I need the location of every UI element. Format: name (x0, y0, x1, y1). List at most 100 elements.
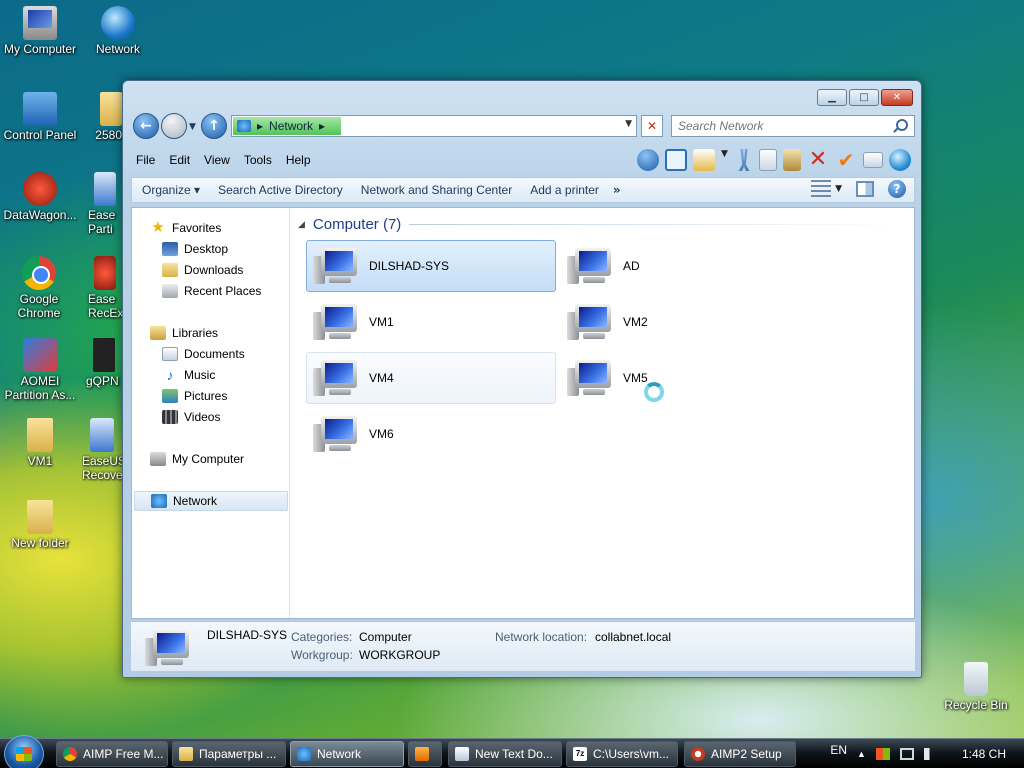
tray-expand-arrow[interactable]: ▲ (857, 749, 866, 759)
breadcrumb-network[interactable]: Network (269, 119, 313, 133)
volume-icon[interactable] (923, 748, 938, 760)
paste-icon[interactable] (783, 149, 801, 171)
desktop-icon-my-computer[interactable]: My Computer (0, 6, 80, 56)
network-tray-icon[interactable] (899, 748, 914, 760)
menu-help[interactable]: Help (279, 153, 318, 167)
collapse-triangle-icon[interactable]: ◢ (298, 219, 305, 230)
desktop-icon-control-panel[interactable]: Control Panel (0, 92, 80, 142)
delete-icon[interactable]: ✕ (807, 149, 829, 171)
taskbar-button-aimp[interactable]: AIMP Free M... (56, 741, 168, 767)
computer-icon (567, 246, 613, 286)
preview-pane-icon[interactable] (665, 149, 687, 171)
nav-videos[interactable]: Videos (162, 407, 220, 427)
minimize-button[interactable]: ▁ (817, 89, 847, 106)
search-box[interactable] (671, 115, 915, 137)
desktop-icon-google-chrome[interactable]: Google Chrome (0, 256, 78, 320)
computer-tile[interactable]: VM1 (306, 296, 556, 348)
computer-tile[interactable]: VM6 (306, 408, 556, 460)
taskbar-button-7zip[interactable]: 7z C:\Users\vm... (566, 741, 678, 767)
recent-pages-dropdown[interactable]: ▼ (189, 122, 196, 132)
downloads-icon (162, 263, 178, 277)
taskbar-button-network[interactable]: Network (290, 741, 404, 767)
help-button[interactable]: ? (888, 180, 906, 198)
nav-libraries[interactable]: Libraries (150, 323, 218, 343)
copy-icon[interactable] (759, 149, 777, 171)
nav-downloads[interactable]: Downloads (162, 260, 243, 280)
check-icon[interactable]: ✔ (835, 149, 857, 171)
breadcrumb[interactable]: ▸ Network ▸ (233, 117, 341, 135)
desktop-icon-network[interactable]: Network (78, 6, 158, 56)
desktop-icon-aomei[interactable]: AOMEI Partition As... (0, 338, 80, 402)
busy-cursor-icon (644, 382, 664, 402)
address-dropdown-icon[interactable]: ▼ (625, 119, 632, 129)
desktop-icon-datawagon[interactable]: DataWagon... (0, 172, 80, 222)
flag-icon[interactable] (875, 748, 890, 760)
computer-name: DILSHAD-SYS (369, 259, 450, 273)
nav-documents[interactable]: Documents (162, 344, 245, 364)
desktop-icon-vm1[interactable]: VM1 (0, 418, 80, 468)
desktop-icon-ease-parti[interactable]: Ease Parti (88, 172, 122, 236)
views-icon[interactable] (811, 180, 832, 198)
command-bar: Organize ▾ Search Active Directory Netwo… (131, 177, 915, 203)
nav-pictures[interactable]: Pictures (162, 386, 227, 406)
language-indicator[interactable]: EN (830, 743, 847, 757)
stop-button[interactable]: ✕ (641, 115, 663, 137)
computer-name: VM5 (623, 371, 648, 385)
computer-tile[interactable]: VM2 (560, 296, 810, 348)
desktop-icon-easeus-recove[interactable]: EaseUS Recove (82, 418, 122, 482)
more-commands-button[interactable]: » (607, 183, 627, 197)
network-sharing-center-button[interactable]: Network and Sharing Center (351, 183, 520, 197)
add-printer-button[interactable]: Add a printer (520, 183, 607, 197)
preview-pane-icon[interactable] (856, 181, 874, 197)
search-active-directory-button[interactable]: Search Active Directory (208, 183, 351, 197)
computer-tile[interactable]: VM4 (306, 352, 556, 404)
maximize-button[interactable]: □ (849, 89, 879, 106)
desktop-icon-label: Network (95, 42, 140, 56)
desktop-icon-recycle-bin[interactable]: Recycle Bin (936, 662, 1016, 712)
computer-tile[interactable]: VM5 (560, 352, 810, 404)
details-workgroup-value: WORKGROUP (359, 648, 441, 662)
desktop-icon-gqpn[interactable]: gQPN (86, 338, 122, 388)
nav-my-computer[interactable]: My Computer (150, 449, 244, 469)
start-button[interactable] (4, 735, 44, 768)
nav-desktop[interactable]: Desktop (162, 239, 228, 259)
search-icon[interactable] (896, 119, 908, 131)
menu-tools[interactable]: Tools (237, 153, 279, 167)
up-arrow-icon[interactable] (637, 149, 659, 171)
organize-button[interactable]: Organize ▾ (132, 183, 208, 197)
cut-icon[interactable] (738, 149, 750, 171)
taskbar-button-parameters[interactable]: Параметры ... (172, 741, 286, 767)
clock[interactable]: 1:48 CH (962, 747, 1006, 761)
taskbar-button-aimp2-setup[interactable]: AIMP2 Setup (684, 741, 796, 767)
group-header-computer[interactable]: ◢ Computer (7) (298, 216, 902, 233)
taskbar-button-new-text[interactable]: New Text Do... (448, 741, 562, 767)
menu-edit[interactable]: Edit (162, 153, 197, 167)
computer-tile[interactable]: DILSHAD-SYS (306, 240, 556, 292)
nav-favorites[interactable]: ★ Favorites (150, 218, 221, 238)
up-button[interactable]: ↑ (201, 113, 227, 139)
menu-file[interactable]: File (129, 153, 162, 167)
properties-icon[interactable] (693, 149, 715, 171)
forward-button[interactable]: → (161, 113, 187, 139)
menu-view[interactable]: View (197, 153, 237, 167)
address-bar[interactable]: ▸ Network ▸ ▼ (231, 115, 637, 137)
globe-icon[interactable] (889, 149, 911, 171)
desktop-icon-ease-recexp[interactable]: Ease RecExp (88, 256, 130, 320)
desktop-icon-new-folder[interactable]: New folder (0, 500, 80, 550)
nav-network[interactable]: Network (134, 491, 288, 511)
nav-label: My Computer (172, 452, 245, 466)
desktop-icon-2580[interactable]: 2580 (76, 92, 122, 142)
taskbar-button-media[interactable] (408, 741, 442, 767)
close-button[interactable]: ✕ (881, 89, 913, 106)
search-input[interactable] (672, 116, 882, 136)
mail-icon[interactable] (863, 152, 883, 168)
network-icon (151, 494, 167, 508)
network-icon (237, 120, 251, 132)
nav-music[interactable]: ♪ Music (162, 365, 216, 385)
chevron-down-icon[interactable]: ▼ (721, 149, 729, 171)
chevron-down-icon[interactable]: ▼ (835, 184, 842, 194)
nav-recent-places[interactable]: Recent Places (162, 281, 261, 301)
nav-label: Recent Places (184, 284, 262, 298)
back-button[interactable]: ← (133, 113, 159, 139)
computer-tile[interactable]: AD (560, 240, 810, 292)
